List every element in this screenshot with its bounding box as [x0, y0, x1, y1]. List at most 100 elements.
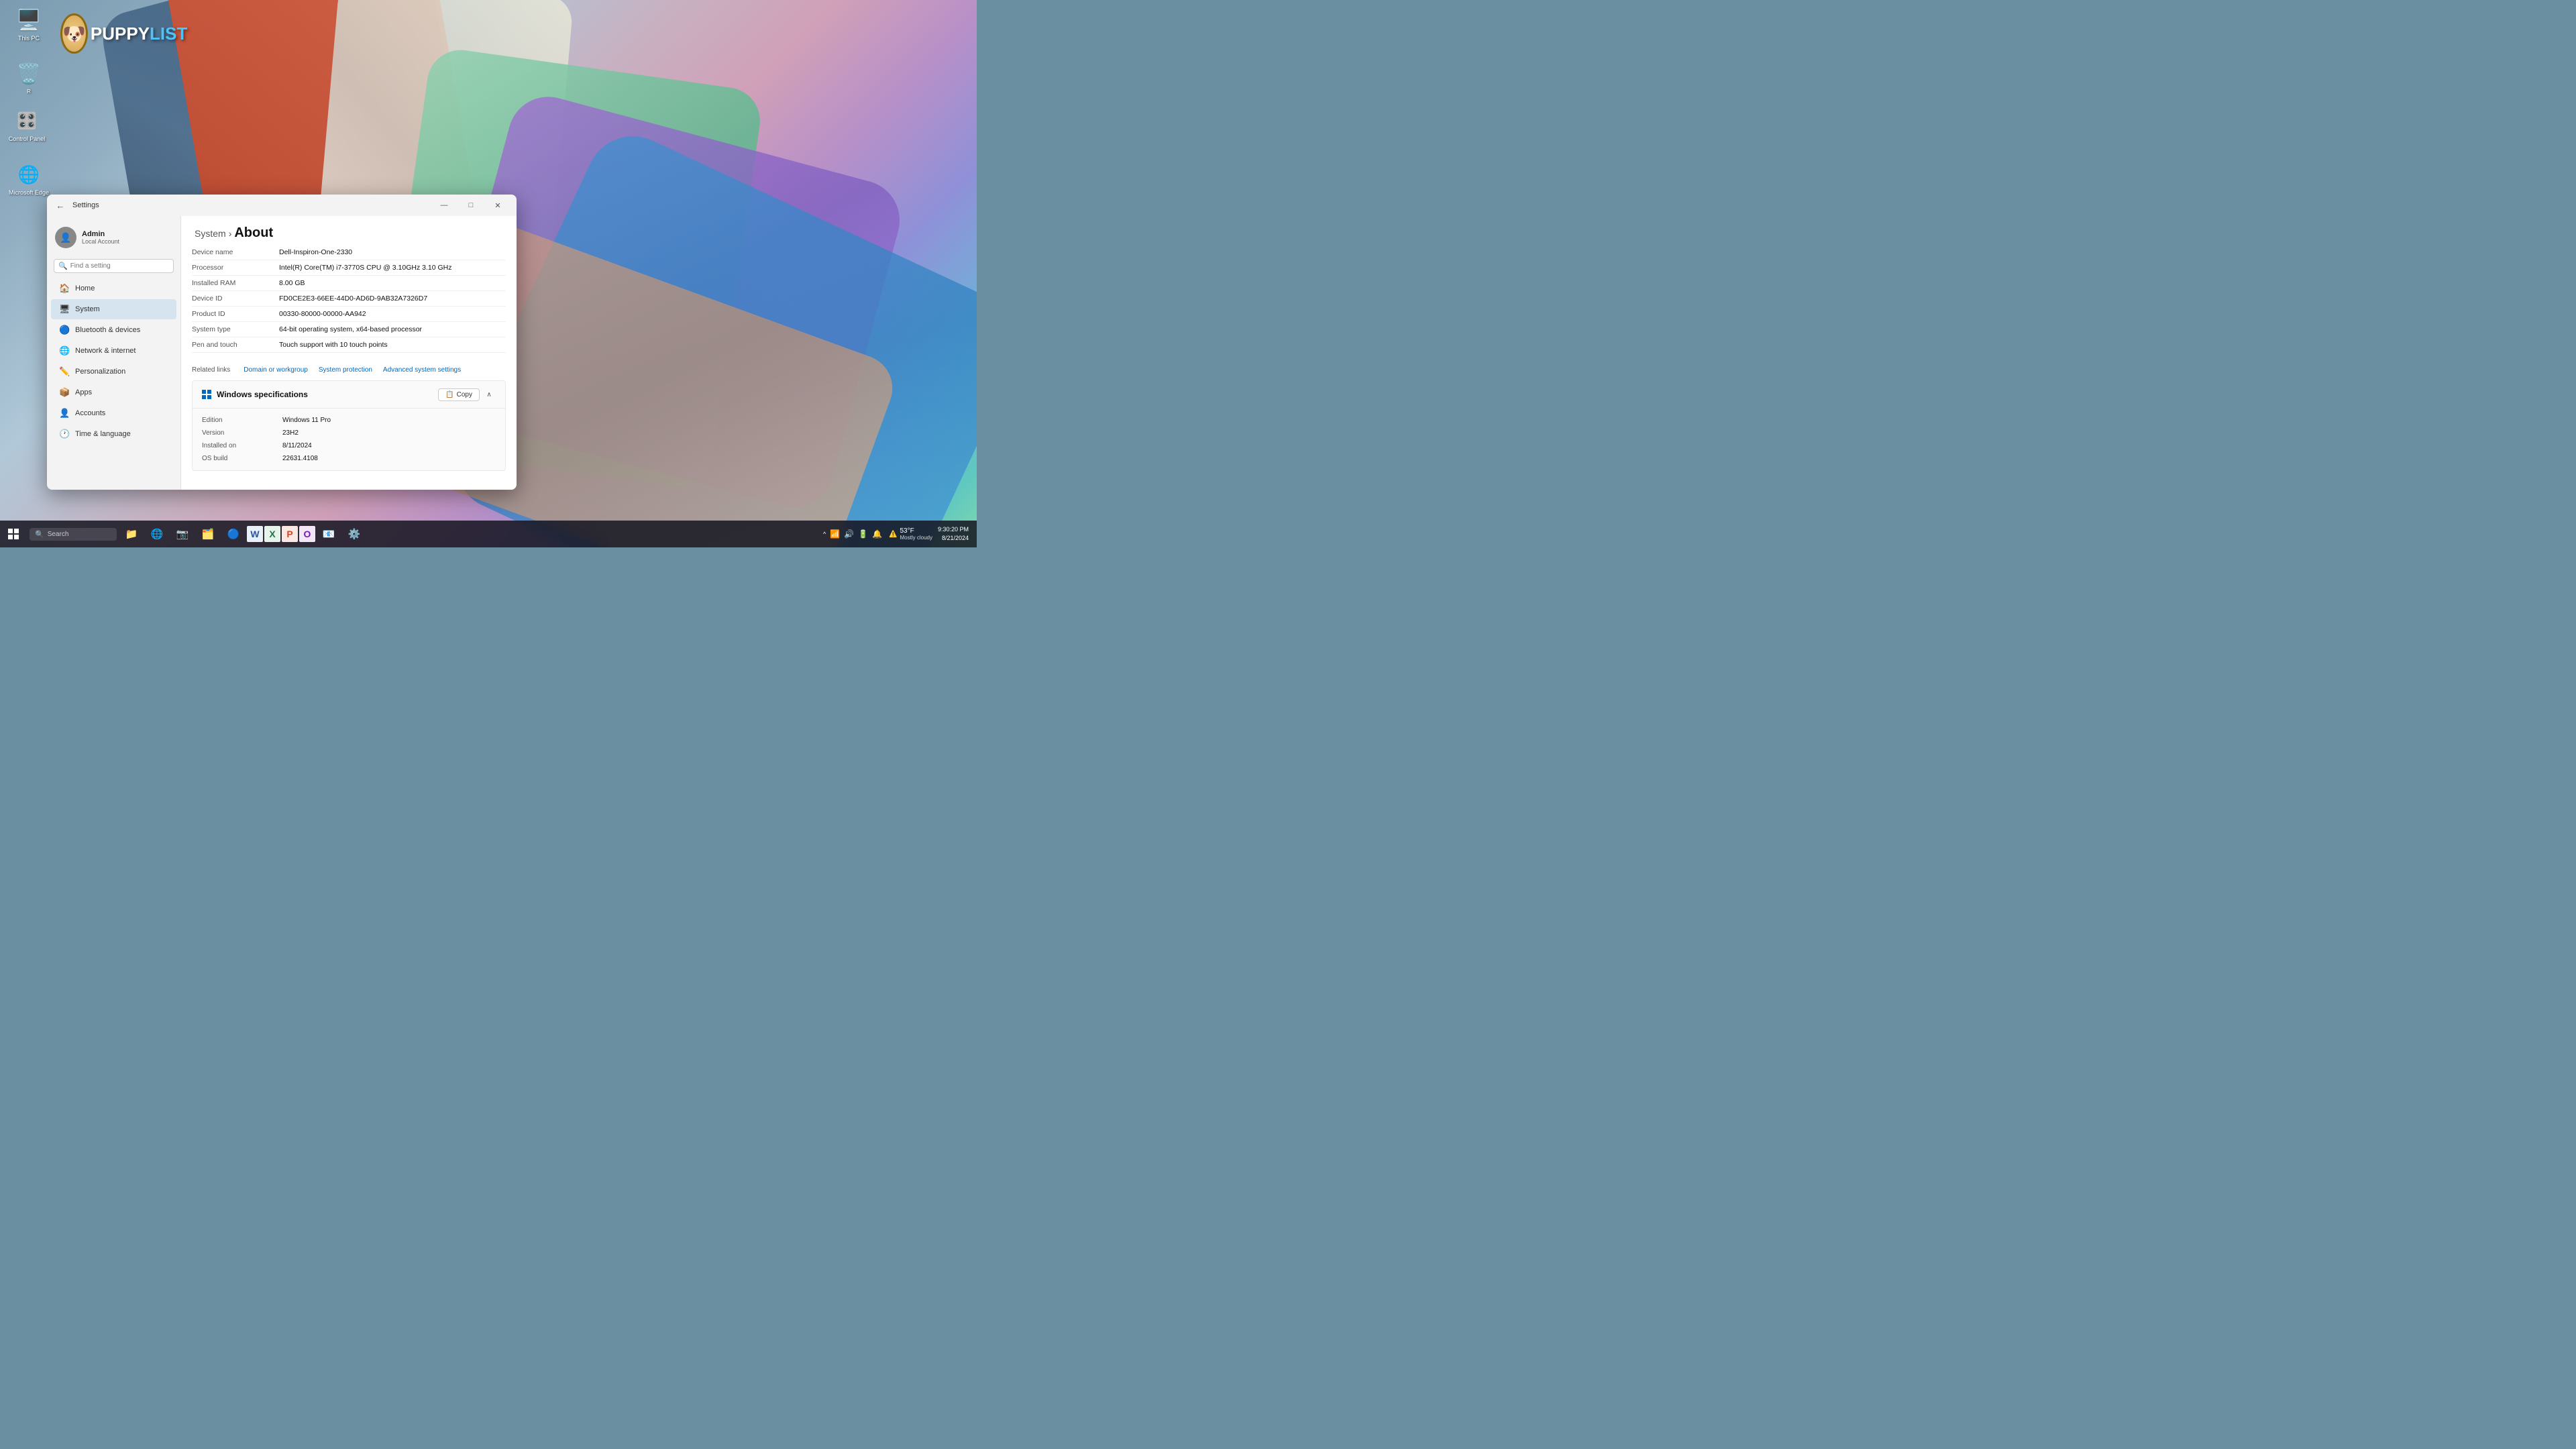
windows-logo-icon — [202, 390, 211, 399]
taskbar: 🔍 Search 📁 🌐 📷 🗂️ 🔵 W X P O 📧 ⚙️ ^ 📶 🔊 🔋… — [0, 521, 977, 547]
sidebar-item-home-label: Home — [75, 284, 95, 292]
close-button[interactable]: ✕ — [484, 195, 511, 216]
clock-date: 8/21/2024 — [938, 534, 969, 543]
taskbar-app-edge2[interactable]: 🔵 — [221, 522, 246, 546]
processor-value: Intel(R) Core(TM) i7-3770S CPU @ 3.10GHz… — [279, 264, 452, 272]
puppy-logo: 🐶 PUPPYLIST — [60, 13, 181, 54]
sidebar-item-time[interactable]: 🕐 Time & language — [51, 424, 176, 444]
desktop-icon-this-pc[interactable]: 🖥️ This PC — [5, 7, 52, 42]
info-row-device-id: Device ID FD0CE2E3-66EE-44D0-AD6D-9AB32A… — [192, 291, 506, 307]
minimize-button[interactable]: — — [431, 195, 458, 216]
back-button[interactable]: ← — [52, 197, 68, 213]
user-name: Admin — [82, 230, 119, 238]
avatar: 👤 — [55, 227, 76, 248]
alert-icon: ⚠️ — [889, 531, 897, 538]
settings-window: ← Settings — □ ✕ 👤 Admin Local Account 🔍 — [47, 195, 517, 490]
sidebar-item-accounts-label: Accounts — [75, 409, 105, 417]
start-button[interactable] — [0, 521, 27, 547]
taskbar-app-camera[interactable]: 📷 — [170, 522, 195, 546]
installed-on-label: Installed on — [202, 442, 282, 449]
collapse-button[interactable]: ∧ — [482, 388, 496, 401]
sidebar-item-apps[interactable]: 📦 Apps — [51, 382, 176, 402]
ram-value: 8.00 GB — [279, 279, 305, 287]
control-panel-icon: 🎛️ — [13, 107, 40, 134]
battery-icon[interactable]: 🔋 — [858, 529, 868, 539]
breadcrumb-page: About — [234, 225, 273, 241]
taskbar-app-edge[interactable]: 🌐 — [145, 522, 169, 546]
taskbar-app-powerpoint[interactable]: P — [282, 526, 298, 542]
wifi-icon[interactable]: 📶 — [830, 529, 840, 539]
os-build-value: 22631.4108 — [282, 455, 318, 462]
version-label: Version — [202, 429, 282, 437]
desktop-icon-recycle[interactable]: 🗑️ R — [5, 60, 52, 95]
desktop-icon-edge[interactable]: 🌐 Microsoft Edge — [5, 161, 52, 197]
edition-label: Edition — [202, 417, 282, 424]
copy-button[interactable]: 📋 Copy — [438, 388, 480, 401]
taskbar-app-excel[interactable]: X — [264, 526, 280, 542]
system-type-label: System type — [192, 325, 279, 333]
version-value: 23H2 — [282, 429, 299, 437]
specs-header: Windows specifications 📋 Copy ∧ — [193, 381, 505, 409]
user-role: Local Account — [82, 238, 119, 245]
windows-specs-section: Windows specifications 📋 Copy ∧ Edition … — [192, 380, 506, 471]
maximize-button[interactable]: □ — [458, 195, 484, 216]
settings-search-input[interactable] — [70, 262, 169, 270]
sidebar-item-system[interactable]: 🖥 System — [51, 299, 176, 319]
sidebar-item-network[interactable]: 🌐 Network & internet — [51, 341, 176, 361]
home-icon: 🏠 — [59, 283, 70, 294]
taskbar-apps: 📁 🌐 📷 🗂️ 🔵 W X P O 📧 ⚙️ — [119, 522, 823, 546]
control-panel-label: Control Panel — [9, 136, 46, 143]
speaker-icon[interactable]: 🔊 — [844, 529, 854, 539]
sidebar-item-bluetooth[interactable]: 🔵 Bluetooth & devices — [51, 320, 176, 340]
installed-on-value: 8/11/2024 — [282, 442, 312, 449]
desktop-icon-control-panel[interactable]: 🎛️ Control Panel — [3, 107, 50, 143]
domain-workgroup-link[interactable]: Domain or workgroup — [244, 366, 308, 374]
device-name-label: Device name — [192, 248, 279, 256]
notification-icon[interactable]: 🔔 — [872, 529, 882, 539]
specs-row-edition: Edition Windows 11 Pro — [202, 414, 496, 427]
tray-time[interactable]: 9:30:20 PM 8/21/2024 — [938, 525, 969, 542]
sidebar-item-personalization-label: Personalization — [75, 368, 125, 376]
device-info-table: Device name Dell-Inspiron-One-2330 Proce… — [181, 245, 517, 353]
clock-time: 9:30:20 PM — [938, 525, 969, 534]
specs-row-os-build: OS build 22631.4108 — [202, 452, 496, 465]
taskbar-search-label: Search — [48, 531, 69, 538]
os-build-label: OS build — [202, 455, 282, 462]
advanced-settings-link[interactable]: Advanced system settings — [383, 366, 461, 374]
personalization-icon: ✏️ — [59, 366, 70, 377]
this-pc-icon: 🖥️ — [15, 7, 42, 34]
taskbar-app-fileexplorer[interactable]: 📁 — [119, 522, 144, 546]
breadcrumb: System › About — [181, 216, 517, 245]
taskbar-search[interactable]: 🔍 Search — [30, 528, 117, 541]
sidebar-item-personalization[interactable]: ✏️ Personalization — [51, 362, 176, 382]
tray-icons: ^ 📶 🔊 🔋 🔔 — [823, 529, 882, 539]
specs-title: Windows specifications — [217, 390, 308, 399]
apps-icon: 📦 — [59, 387, 70, 398]
specs-content: Edition Windows 11 Pro Version 23H2 Inst… — [193, 409, 505, 470]
pen-touch-label: Pen and touch — [192, 341, 279, 349]
tray-chevron-icon[interactable]: ^ — [823, 531, 826, 537]
sidebar-item-time-label: Time & language — [75, 430, 131, 438]
sidebar-item-bluetooth-label: Bluetooth & devices — [75, 326, 140, 334]
device-name-value: Dell-Inspiron-One-2330 — [279, 248, 352, 256]
accounts-icon: 👤 — [59, 408, 70, 419]
sidebar-item-home[interactable]: 🏠 Home — [51, 278, 176, 299]
settings-search[interactable]: 🔍 — [54, 259, 174, 273]
system-icon: 🖥 — [59, 304, 70, 315]
breadcrumb-system[interactable]: System — [195, 228, 226, 239]
sidebar-user: 👤 Admin Local Account — [47, 221, 180, 256]
window-titlebar: ← Settings — □ ✕ — [47, 195, 517, 216]
user-info: Admin Local Account — [82, 230, 119, 245]
related-links-label: Related links — [192, 366, 230, 374]
taskbar-app-files[interactable]: 🗂️ — [196, 522, 220, 546]
breadcrumb-separator: › — [229, 228, 232, 239]
specs-title-row: Windows specifications — [202, 390, 308, 399]
system-protection-link[interactable]: System protection — [319, 366, 372, 374]
taskbar-app-word[interactable]: W — [247, 526, 263, 542]
taskbar-app-settings[interactable]: ⚙️ — [342, 522, 366, 546]
ram-label: Installed RAM — [192, 279, 279, 287]
taskbar-app-onenote[interactable]: O — [299, 526, 315, 542]
edge-icon: 🌐 — [15, 161, 42, 188]
taskbar-app-outlook[interactable]: 📧 — [317, 522, 341, 546]
sidebar-item-accounts[interactable]: 👤 Accounts — [51, 403, 176, 423]
